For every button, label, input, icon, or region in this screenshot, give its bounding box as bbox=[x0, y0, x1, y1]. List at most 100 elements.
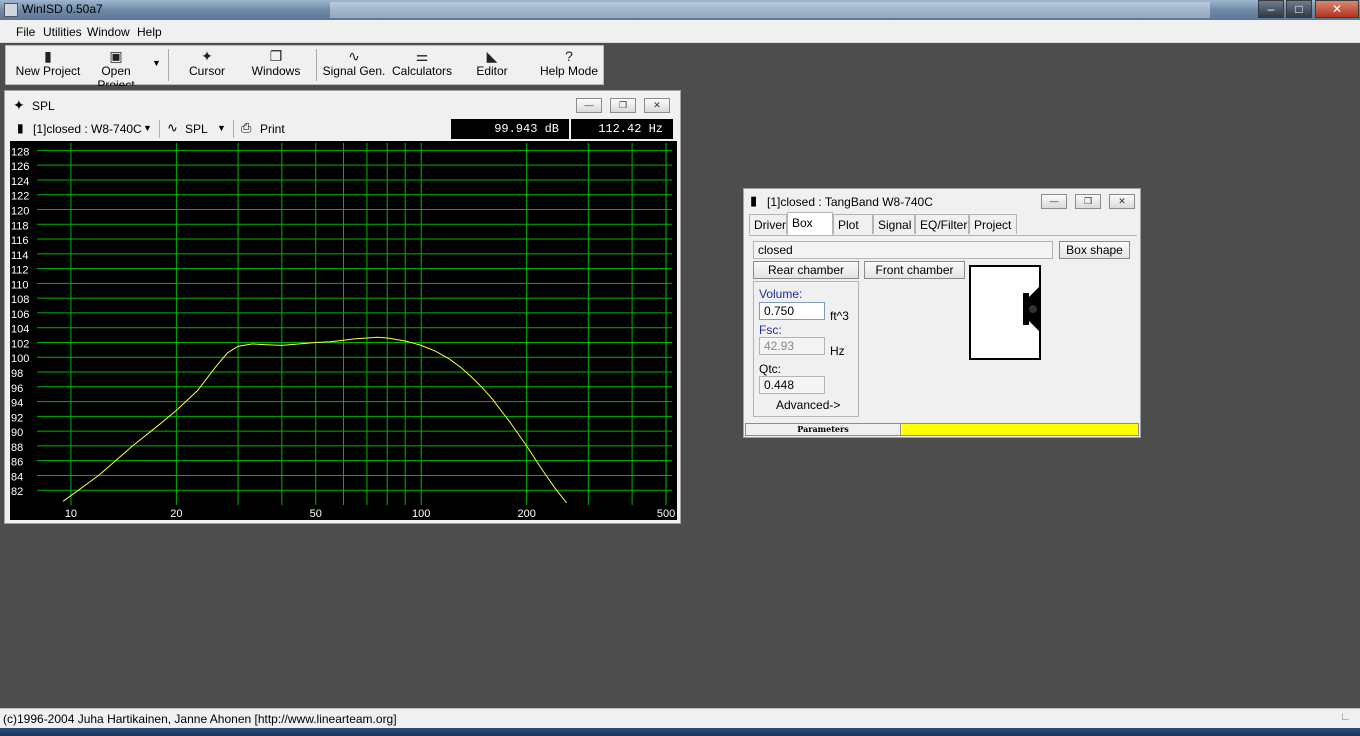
box-window-title: [1]closed : TangBand W8-740C bbox=[767, 195, 933, 209]
y-tick-label: 120 bbox=[11, 205, 29, 217]
y-tick-label: 104 bbox=[11, 324, 29, 336]
help-mode-button[interactable]: ? Help Mode bbox=[538, 46, 600, 84]
maximize-icon[interactable]: □ bbox=[1286, 0, 1312, 18]
y-tick-label: 118 bbox=[11, 220, 29, 232]
tab-eq-filter[interactable]: EQ/Filter bbox=[915, 214, 969, 234]
title-bar-background bbox=[330, 2, 1210, 18]
y-tick-label: 98 bbox=[11, 368, 23, 380]
plot-select[interactable]: SPL bbox=[185, 122, 208, 136]
project-dropdown-icon[interactable]: ▼ bbox=[143, 123, 152, 133]
menu-window[interactable]: Window bbox=[87, 25, 130, 39]
x-tick-label: 100 bbox=[412, 508, 430, 520]
calculators-label: Calculators bbox=[392, 64, 453, 78]
app-icon bbox=[4, 3, 18, 17]
tab-project[interactable]: Project bbox=[969, 214, 1017, 234]
printer-icon: ⎙ bbox=[241, 120, 252, 135]
taskbar bbox=[0, 728, 1360, 736]
cursor-button[interactable]: ✦ Cursor bbox=[176, 46, 238, 84]
advanced-button[interactable]: Advanced-> bbox=[776, 398, 840, 412]
menu-utilities[interactable]: Utilities bbox=[43, 25, 82, 39]
y-tick-label: 126 bbox=[11, 161, 29, 173]
spl-chart: 82 84 86 88 90 92 94 96 98 100 102 104 106 108 110 112 1… bbox=[11, 143, 675, 520]
signal-gen-button[interactable]: ∿ Signal Gen. bbox=[322, 46, 386, 84]
y-tick-label: 84 bbox=[11, 471, 23, 483]
box-close-icon[interactable]: ✕ bbox=[1109, 194, 1135, 209]
resize-grip-icon[interactable]: ∟ bbox=[1340, 711, 1351, 723]
qtc-value: 0.448 bbox=[759, 376, 825, 394]
y-tick-label: 112 bbox=[11, 265, 29, 277]
tab-plot[interactable]: Plot bbox=[833, 214, 873, 234]
separator bbox=[159, 120, 160, 138]
db-readout: 99.943 dB bbox=[451, 119, 569, 139]
open-project-dropdown-icon[interactable]: ▼ bbox=[152, 58, 161, 68]
box-window: ▮ [1]closed : TangBand W8-740C — ❐ ✕ Dri… bbox=[743, 188, 1141, 438]
new-project-button[interactable]: ▮ New Project bbox=[11, 46, 85, 84]
hz-readout: 112.42 Hz bbox=[571, 119, 673, 139]
print-button[interactable]: Print bbox=[260, 122, 285, 136]
spl-minimize-icon[interactable]: — bbox=[576, 98, 602, 113]
fsc-unit: Hz bbox=[830, 344, 845, 358]
plot-dropdown-icon[interactable]: ▼ bbox=[217, 123, 226, 133]
y-tick-label: 122 bbox=[11, 191, 29, 203]
menu-file[interactable]: File bbox=[16, 25, 35, 39]
close-icon[interactable]: ✕ bbox=[1315, 0, 1359, 18]
volume-input[interactable]: 0.750 bbox=[759, 302, 825, 320]
y-tick-label: 108 bbox=[11, 294, 29, 306]
main-toolbar: ▮ New Project ▣ Open Project ▼ ✦ Cursor … bbox=[5, 45, 604, 92]
speaker-driver-icon bbox=[1023, 287, 1039, 331]
y-tick-label: 110 bbox=[11, 279, 29, 291]
tab-signal[interactable]: Signal bbox=[873, 214, 915, 234]
app-title-bar: WinISD 0.50a7 – □ ✕ bbox=[0, 0, 1360, 20]
open-project-button[interactable]: ▣ Open Project bbox=[82, 46, 150, 92]
editor-button[interactable]: ◣ Editor bbox=[468, 46, 516, 84]
y-tick-label: 94 bbox=[11, 398, 23, 410]
sine-wave-icon: ∿ bbox=[348, 48, 360, 64]
minimize-icon[interactable]: – bbox=[1258, 0, 1284, 18]
cursor-label: Cursor bbox=[188, 64, 225, 78]
spl-response-curve bbox=[62, 336, 567, 504]
y-tick-label: 90 bbox=[11, 427, 23, 439]
spl-restore-icon[interactable]: ❐ bbox=[610, 98, 636, 113]
y-tick-label: 116 bbox=[11, 235, 29, 247]
status-bar: (c)1996-2004 Juha Hartikainen, Janne Aho… bbox=[0, 708, 1360, 728]
windows-icon: ❐ bbox=[269, 48, 283, 64]
y-tick-label: 100 bbox=[11, 353, 29, 365]
parameters-status-label: Parameters bbox=[746, 424, 901, 435]
tab-driver[interactable]: Driver bbox=[749, 214, 787, 234]
y-tick-label: 106 bbox=[11, 309, 29, 321]
windows-label: Windows bbox=[251, 64, 301, 78]
box-restore-icon[interactable]: ❐ bbox=[1075, 194, 1101, 209]
y-tick-label: 92 bbox=[11, 412, 23, 424]
box-shape-button[interactable]: Box shape bbox=[1059, 241, 1130, 259]
toolbar-separator bbox=[168, 49, 169, 81]
app-title: WinISD 0.50a7 bbox=[22, 2, 103, 16]
separator bbox=[233, 120, 234, 138]
cursor-icon: ✦ bbox=[201, 48, 213, 64]
front-chamber-button[interactable]: Front chamber bbox=[864, 261, 965, 279]
menu-help[interactable]: Help bbox=[137, 25, 162, 39]
calculator-icon: ⚌ bbox=[415, 48, 429, 64]
new-project-icon: ▮ bbox=[44, 48, 52, 64]
rear-chamber-button[interactable]: Rear chamber bbox=[753, 261, 859, 279]
volume-unit: ft^3 bbox=[830, 309, 849, 323]
tab-box[interactable]: Box bbox=[787, 212, 833, 235]
project-select[interactable]: [1]closed : W8-740C bbox=[33, 122, 142, 136]
status-indicator bbox=[902, 424, 1138, 435]
fsc-input[interactable]: 42.93 bbox=[759, 337, 825, 355]
y-tick-label: 96 bbox=[11, 383, 23, 395]
copyright-text: (c)1996-2004 Juha Hartikainen, Janne Aho… bbox=[3, 712, 397, 726]
calculators-button[interactable]: ⚌ Calculators bbox=[392, 46, 452, 84]
y-tick-label: 124 bbox=[11, 176, 29, 188]
y-tick-label: 102 bbox=[11, 338, 29, 350]
windows-button[interactable]: ❐ Windows bbox=[244, 46, 308, 84]
folder-icon: ▣ bbox=[109, 48, 123, 64]
box-type-field[interactable]: closed bbox=[753, 241, 1053, 259]
tab-strip: Driver Box Plot Signal EQ/Filter Project bbox=[749, 212, 1134, 236]
x-tick-label: 500 bbox=[657, 508, 675, 520]
status-strip: Parameters bbox=[745, 423, 1139, 436]
spl-window: ✦ SPL — ❐ ✕ ▮ [1]closed : W8-740C ▼ ∿ SP… bbox=[4, 90, 681, 524]
box-minimize-icon[interactable]: — bbox=[1041, 194, 1067, 209]
editor-label: Editor bbox=[476, 64, 508, 78]
spl-close-icon[interactable]: ✕ bbox=[644, 98, 670, 113]
tab-divider bbox=[749, 235, 1137, 236]
